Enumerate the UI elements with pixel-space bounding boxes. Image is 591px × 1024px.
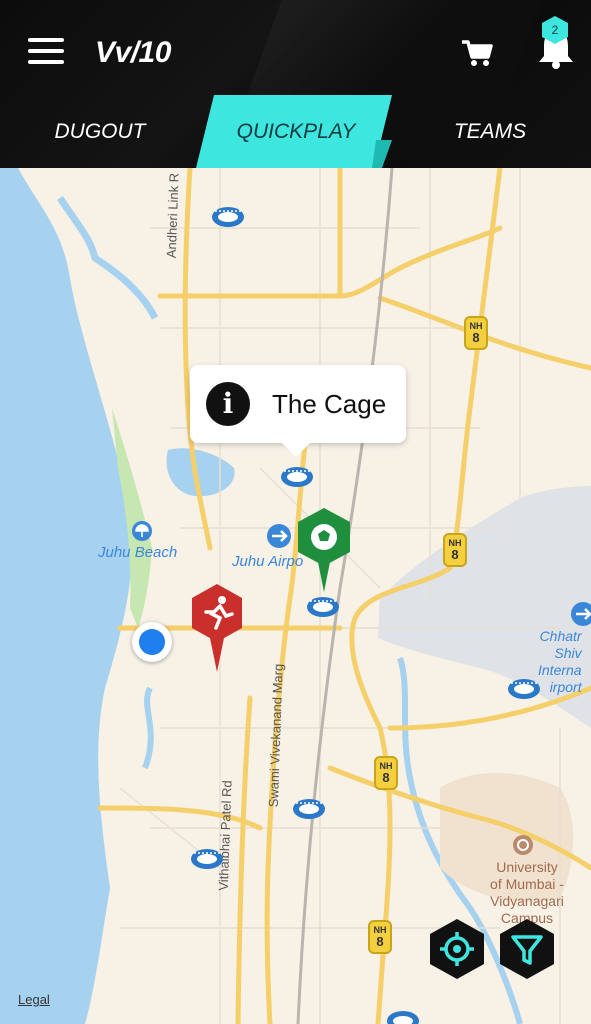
highway-shield-nh8: NH 8 [443,533,467,567]
stadium-marker[interactable] [280,466,314,488]
tab-dugout[interactable]: DUGOUT [20,95,180,168]
stadium-marker[interactable] [292,798,326,820]
juhu-beach-label: Juhu Beach [98,544,178,561]
notification-badge: 2 [542,16,568,44]
andheri-link-road-label: Andheri Link R [163,172,182,259]
app-logo: Vv/10 [95,36,171,69]
football-pin-marker[interactable] [296,506,352,594]
highway-shield-nh8: NH 8 [368,920,392,954]
filter-icon[interactable] [498,917,556,981]
venue-name: The Cage [272,389,387,419]
airport-icon [267,524,291,548]
stadium-marker[interactable] [306,596,340,618]
info-icon[interactable]: i [206,382,250,426]
juhu-airport-label: Juhu Airpo [232,553,304,570]
tab-teams[interactable]: TEAMS [410,95,570,168]
university-poi-icon [513,835,533,855]
highway-shield-nh8: NH 8 [374,756,398,790]
airport-intl-label: Chhatr Shiv Interna irport [538,628,582,695]
highway-shield-nh8: NH 8 [464,316,488,350]
map-view[interactable]: Juhu Beach Juhu Airpo Chhatr Shiv Intern… [0,168,591,1024]
intl-airport-icon [571,602,591,626]
stadium-marker[interactable] [386,1010,420,1024]
hamburger-menu-icon[interactable] [28,38,64,68]
legal-link[interactable]: Legal [18,992,50,1007]
venue-callout[interactable]: i The Cage [190,365,406,457]
stadium-marker[interactable] [190,848,224,870]
stadium-marker[interactable] [507,678,541,700]
notifications-bell-icon[interactable]: 2 [534,16,578,70]
tab-quickplay[interactable]: QUICKPLAY [196,95,396,168]
stadium-marker[interactable] [211,206,245,228]
current-location-dot [132,622,172,662]
beach-poi-icon [132,521,152,541]
running-pin-marker[interactable] [190,582,244,674]
cart-icon[interactable] [460,38,494,68]
crosshair-icon[interactable] [428,917,486,981]
tab-bar: DUGOUT QUICKPLAY TEAMS [0,95,591,168]
app-header: Vv/10 2 DUGOUT QUICKPLAY TEAMS [0,0,591,168]
